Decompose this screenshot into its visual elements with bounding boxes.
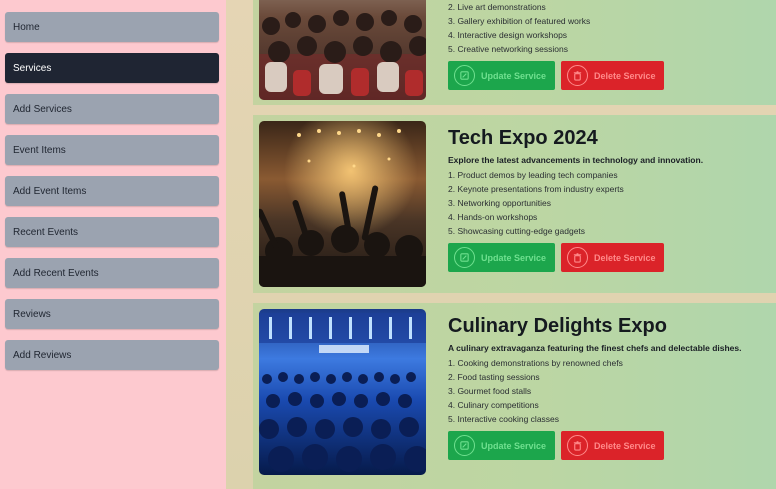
service-description: Explore the latest advancements in techn… — [448, 155, 704, 165]
service-card: Tech Expo 2024 Explore the latest advanc… — [253, 115, 776, 293]
service-image — [259, 0, 426, 100]
service-details: 2. Live art demonstrations 3. Gallery ex… — [448, 0, 776, 90]
service-feature: 3. Networking opportunities — [448, 198, 552, 208]
delete-service-label: Delete Service — [594, 440, 656, 451]
service-feature: 5. Showcasing cutting-edge gadgets — [448, 226, 586, 236]
sidebar-item-add-event-items[interactable]: Add Event Items — [5, 176, 219, 206]
service-feature: 3. Gallery exhibition of featured works — [448, 16, 591, 26]
update-service-label: Update Service — [481, 70, 547, 81]
delete-service-label: Delete Service — [594, 252, 656, 263]
trash-icon — [567, 435, 588, 456]
update-service-button[interactable]: Update Service — [448, 243, 555, 272]
sidebar: Home Services Add Services Event Items A… — [0, 0, 226, 489]
service-feature: 4. Hands-on workshops — [448, 212, 538, 222]
service-feature: 5. Creative networking sessions — [448, 44, 569, 54]
trash-icon — [567, 247, 588, 268]
service-feature: 5. Interactive cooking classes — [448, 414, 560, 424]
service-feature: 3. Gourmet food stalls — [448, 386, 532, 396]
sidebar-item-reviews[interactable]: Reviews — [5, 299, 219, 329]
edit-icon — [454, 65, 475, 86]
service-card: Culinary Delights Expo A culinary extrav… — [253, 303, 776, 489]
service-feature: 1. Product demos by leading tech compani… — [448, 170, 618, 180]
update-service-button[interactable]: Update Service — [448, 61, 555, 90]
service-title: Culinary Delights Expo — [448, 315, 667, 337]
service-feature: 1. Cooking demonstrations by renowned ch… — [448, 358, 623, 368]
service-feature-list: 1. Cooking demonstrations by renowned ch… — [448, 356, 776, 426]
service-feature: 2. Keynote presentations from industry e… — [448, 184, 624, 194]
update-service-label: Update Service — [481, 252, 547, 263]
edit-icon — [454, 247, 475, 268]
sidebar-item-recent-events[interactable]: Recent Events — [5, 217, 219, 247]
sidebar-item-add-reviews[interactable]: Add Reviews — [5, 340, 219, 370]
service-card: 2. Live art demonstrations 3. Gallery ex… — [253, 0, 776, 105]
delete-service-button[interactable]: Delete Service — [561, 61, 664, 90]
sidebar-item-add-recent-events[interactable]: Add Recent Events — [5, 258, 219, 288]
service-details: Tech Expo 2024 Explore the latest advanc… — [448, 126, 776, 272]
trash-icon — [567, 65, 588, 86]
delete-service-button[interactable]: Delete Service — [561, 431, 664, 460]
edit-icon — [454, 435, 475, 456]
service-feature-list: 1. Product demos by leading tech compani… — [448, 168, 776, 238]
services-list[interactable]: 2. Live art demonstrations 3. Gallery ex… — [226, 0, 776, 489]
service-feature: 4. Interactive design workshops — [448, 30, 568, 40]
sidebar-item-home[interactable]: Home — [5, 12, 219, 42]
service-image — [259, 309, 426, 475]
service-feature-list: 2. Live art demonstrations 3. Gallery ex… — [448, 0, 776, 56]
sidebar-item-add-services[interactable]: Add Services — [5, 94, 219, 124]
sidebar-item-services[interactable]: Services — [5, 53, 219, 83]
service-feature: 2. Live art demonstrations — [448, 2, 546, 12]
service-feature: 2. Food tasting sessions — [448, 372, 540, 382]
service-description: A culinary extravaganza featuring the fi… — [448, 343, 742, 353]
delete-service-button[interactable]: Delete Service — [561, 243, 664, 272]
service-details: Culinary Delights Expo A culinary extrav… — [448, 314, 776, 460]
service-feature: 4. Culinary competitions — [448, 400, 539, 410]
service-title: Tech Expo 2024 — [448, 127, 598, 149]
sidebar-item-event-items[interactable]: Event Items — [5, 135, 219, 165]
update-service-button[interactable]: Update Service — [448, 431, 555, 460]
service-image — [259, 121, 426, 287]
update-service-label: Update Service — [481, 440, 547, 451]
delete-service-label: Delete Service — [594, 70, 656, 81]
